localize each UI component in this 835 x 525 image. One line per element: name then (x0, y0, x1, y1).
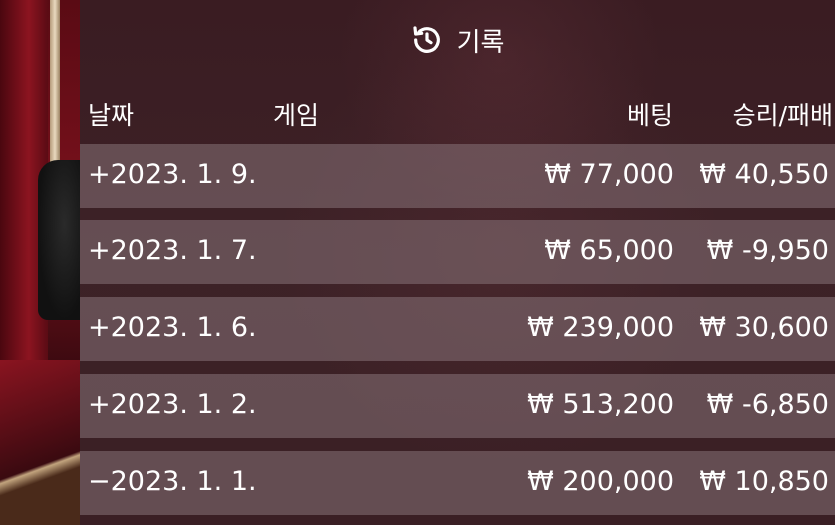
table-header: 날짜 게임 베팅 승리/패배 (80, 80, 835, 142)
background-dealer (38, 160, 82, 320)
row-date: +2023. 1. 7. (88, 235, 257, 266)
column-header-bet[interactable]: 베팅 (627, 96, 673, 132)
row-result: ₩ 40,550 (699, 159, 829, 190)
column-header-date[interactable]: 날짜 (88, 96, 134, 132)
column-header-result[interactable]: 승리/패배 (733, 96, 833, 132)
history-panel: 기록 날짜 게임 베팅 승리/패배 +2023. 1. 9. ₩ 77,000 … (80, 0, 835, 525)
table-row[interactable]: +2023. 1. 2. ₩ 513,200 ₩ -6,850 (80, 374, 835, 438)
row-bet: ₩ 77,000 (544, 159, 674, 190)
table-row[interactable]: +2023. 1. 7. ₩ 65,000 ₩ -9,950 (80, 220, 835, 284)
background-scene (0, 0, 82, 525)
table-row[interactable]: −2023. 1. 1. ₩ 200,000 ₩ 10,850 (80, 451, 835, 515)
row-bet: ₩ 239,000 (527, 312, 674, 343)
row-date: +2023. 1. 2. (88, 389, 257, 420)
row-result: ₩ -9,950 (706, 235, 829, 266)
row-date: −2023. 1. 1. (88, 466, 257, 497)
row-result: ₩ 30,600 (699, 312, 829, 343)
row-bet: ₩ 65,000 (544, 235, 674, 266)
table-row[interactable]: +2023. 1. 6. ₩ 239,000 ₩ 30,600 (80, 297, 835, 361)
row-date: +2023. 1. 9. (88, 159, 257, 190)
row-bet: ₩ 513,200 (527, 389, 674, 420)
history-title-bar: 기록 (80, 0, 835, 80)
history-icon (412, 26, 440, 53)
background-chair (0, 360, 82, 525)
row-result: ₩ 10,850 (699, 466, 829, 497)
table-row[interactable]: +2023. 1. 9. ₩ 77,000 ₩ 40,550 (80, 144, 835, 208)
column-header-game[interactable]: 게임 (273, 96, 319, 132)
page-title: 기록 (456, 27, 505, 58)
row-bet: ₩ 200,000 (527, 466, 674, 497)
row-date: +2023. 1. 6. (88, 312, 257, 343)
row-result: ₩ -6,850 (706, 389, 829, 420)
